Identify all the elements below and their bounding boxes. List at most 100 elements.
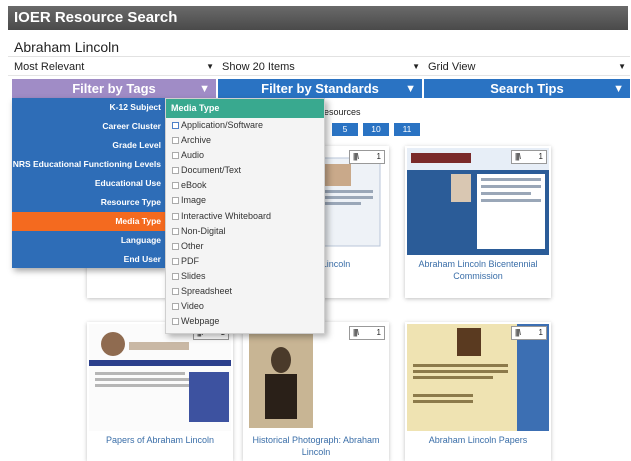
tab-filter-by-tags[interactable]: Filter by Tags ▼ bbox=[12, 79, 216, 98]
option-video[interactable]: Video bbox=[166, 299, 324, 314]
tab-label: Search Tips bbox=[490, 81, 564, 96]
thumbnail bbox=[89, 324, 231, 431]
page-size-select-value: Show 20 Items bbox=[222, 61, 295, 73]
option-label: Document/Text bbox=[181, 165, 242, 176]
sort-select-value: Most Relevant bbox=[14, 61, 85, 73]
option-other[interactable]: Other bbox=[166, 239, 324, 254]
thumbnail bbox=[245, 324, 387, 431]
chevron-down-icon: ▼ bbox=[206, 62, 214, 71]
triangle-down-icon: ▼ bbox=[613, 83, 624, 95]
checkbox[interactable] bbox=[172, 122, 179, 129]
option-ebook[interactable]: eBook bbox=[166, 178, 324, 193]
option-label: PDF bbox=[181, 255, 199, 266]
option-audio[interactable]: Audio bbox=[166, 148, 324, 163]
option-label: Slides bbox=[181, 270, 206, 281]
page-link[interactable]: 5 bbox=[332, 123, 358, 136]
option-document-text[interactable]: Document/Text bbox=[166, 163, 324, 178]
category-nrs-levels[interactable]: NRS Educational Functioning Levels bbox=[12, 155, 165, 174]
view-select[interactable]: Grid View ▼ bbox=[422, 60, 630, 76]
collection-count: 1 bbox=[538, 152, 543, 161]
category-media-type[interactable]: Media Type bbox=[12, 212, 165, 231]
option-pdf[interactable]: PDF bbox=[166, 254, 324, 269]
checkbox[interactable] bbox=[172, 303, 179, 311]
results-label: esources bbox=[324, 107, 361, 117]
category-language[interactable]: Language bbox=[12, 231, 165, 250]
checkbox[interactable] bbox=[172, 227, 179, 235]
library-icon: |||\ bbox=[353, 328, 359, 337]
tab-label: Filter by Standards bbox=[261, 81, 379, 96]
tag-category-menu: K-12 Subject Career Cluster Grade Level … bbox=[12, 98, 165, 268]
page-size-select[interactable]: Show 20 Items ▼ bbox=[216, 60, 424, 76]
collection-badge[interactable]: |||\ 1 bbox=[349, 326, 385, 340]
option-label: Spreadsheet bbox=[181, 286, 233, 297]
library-icon: |||\ bbox=[353, 152, 359, 161]
option-label: eBook bbox=[181, 180, 207, 191]
card-title[interactable]: Abraham Lincoln Bicentennial Commission bbox=[409, 258, 547, 282]
option-label: Other bbox=[181, 240, 204, 251]
option-label: Video bbox=[181, 301, 204, 312]
library-icon: |||\ bbox=[515, 328, 521, 337]
collection-count: 1 bbox=[376, 328, 381, 337]
checkbox[interactable] bbox=[172, 197, 179, 205]
collection-count: 1 bbox=[376, 152, 381, 161]
checkbox[interactable] bbox=[172, 167, 179, 175]
checkbox[interactable] bbox=[172, 272, 179, 280]
option-label: Application/Software bbox=[181, 120, 264, 130]
submenu-header: Media Type bbox=[166, 99, 324, 118]
option-spreadsheet[interactable]: Spreadsheet bbox=[166, 284, 324, 299]
option-label: Non-Digital bbox=[181, 225, 226, 236]
checkbox[interactable] bbox=[172, 182, 179, 190]
checkbox[interactable] bbox=[172, 288, 179, 296]
collection-badge[interactable]: |||\ 1 bbox=[511, 150, 547, 164]
checkbox[interactable] bbox=[172, 137, 179, 145]
category-educational-use[interactable]: Educational Use bbox=[12, 174, 165, 193]
card-title[interactable]: Abraham Lincoln Papers bbox=[409, 434, 547, 446]
chevron-down-icon: ▼ bbox=[412, 62, 420, 71]
resource-card[interactable]: |||\ 1 Historical Photograph: Abraham Lin… bbox=[243, 322, 389, 461]
thumbnail-image bbox=[249, 328, 313, 428]
media-type-submenu: Media Type Application/Software Archive … bbox=[165, 98, 325, 334]
resource-card[interactable]: |||\ 1 Abraham Lincoln Bicentennial Commi… bbox=[405, 146, 551, 298]
search-input[interactable] bbox=[8, 37, 630, 57]
checkbox[interactable] bbox=[172, 212, 179, 220]
checkbox[interactable] bbox=[172, 318, 179, 326]
tab-filter-by-standards[interactable]: Filter by Standards ▼ bbox=[218, 79, 422, 98]
card-title[interactable]: Papers of Abraham Lincoln bbox=[91, 434, 229, 446]
tab-search-tips[interactable]: Search Tips ▼ bbox=[424, 79, 630, 98]
option-image[interactable]: Image bbox=[166, 193, 324, 208]
sort-select[interactable]: Most Relevant ▼ bbox=[8, 60, 218, 76]
thumbnail bbox=[407, 324, 549, 431]
triangle-down-icon: ▼ bbox=[199, 83, 210, 95]
collection-count: 1 bbox=[538, 328, 543, 337]
option-webpage[interactable]: Webpage bbox=[166, 314, 324, 329]
category-end-user[interactable]: End User bbox=[12, 250, 165, 269]
card-title[interactable]: Historical Photograph: Abraham Lincoln bbox=[247, 434, 385, 458]
checkbox[interactable] bbox=[172, 152, 179, 160]
category-career-cluster[interactable]: Career Cluster bbox=[12, 117, 165, 136]
thumbnail bbox=[407, 148, 549, 255]
option-label: Audio bbox=[181, 150, 205, 161]
page-link[interactable]: 10 bbox=[363, 123, 389, 136]
page-link[interactable]: 11 bbox=[394, 123, 420, 136]
collection-badge[interactable]: |||\ 1 bbox=[511, 326, 547, 340]
thumbnail-image bbox=[407, 148, 549, 255]
app-title: IOER Resource Search bbox=[8, 6, 628, 30]
collection-badge[interactable]: |||\ 1 bbox=[349, 150, 385, 164]
option-label: Interactive Whiteboard bbox=[181, 210, 272, 221]
resource-card[interactable]: |||\1 Papers of Abraham Lincoln bbox=[87, 322, 233, 461]
resource-card[interactable]: |||\ 1 Abraham Lincoln Papers bbox=[405, 322, 551, 461]
option-label: Archive bbox=[181, 135, 212, 146]
checkbox[interactable] bbox=[172, 242, 179, 250]
category-k12-subject[interactable]: K-12 Subject bbox=[12, 98, 165, 117]
view-select-value: Grid View bbox=[428, 61, 476, 73]
option-non-digital[interactable]: Non-Digital bbox=[166, 224, 324, 239]
checkbox[interactable] bbox=[172, 257, 179, 265]
option-slides[interactable]: Slides bbox=[166, 269, 324, 284]
option-interactive-whiteboard[interactable]: Interactive Whiteboard bbox=[166, 209, 324, 224]
tab-label: Filter by Tags bbox=[72, 81, 156, 96]
category-resource-type[interactable]: Resource Type bbox=[12, 193, 165, 212]
option-application-software[interactable]: Application/Software bbox=[166, 118, 324, 133]
category-grade-level[interactable]: Grade Level bbox=[12, 136, 165, 155]
thumbnail-image bbox=[89, 324, 231, 431]
option-archive[interactable]: Archive bbox=[166, 133, 324, 148]
